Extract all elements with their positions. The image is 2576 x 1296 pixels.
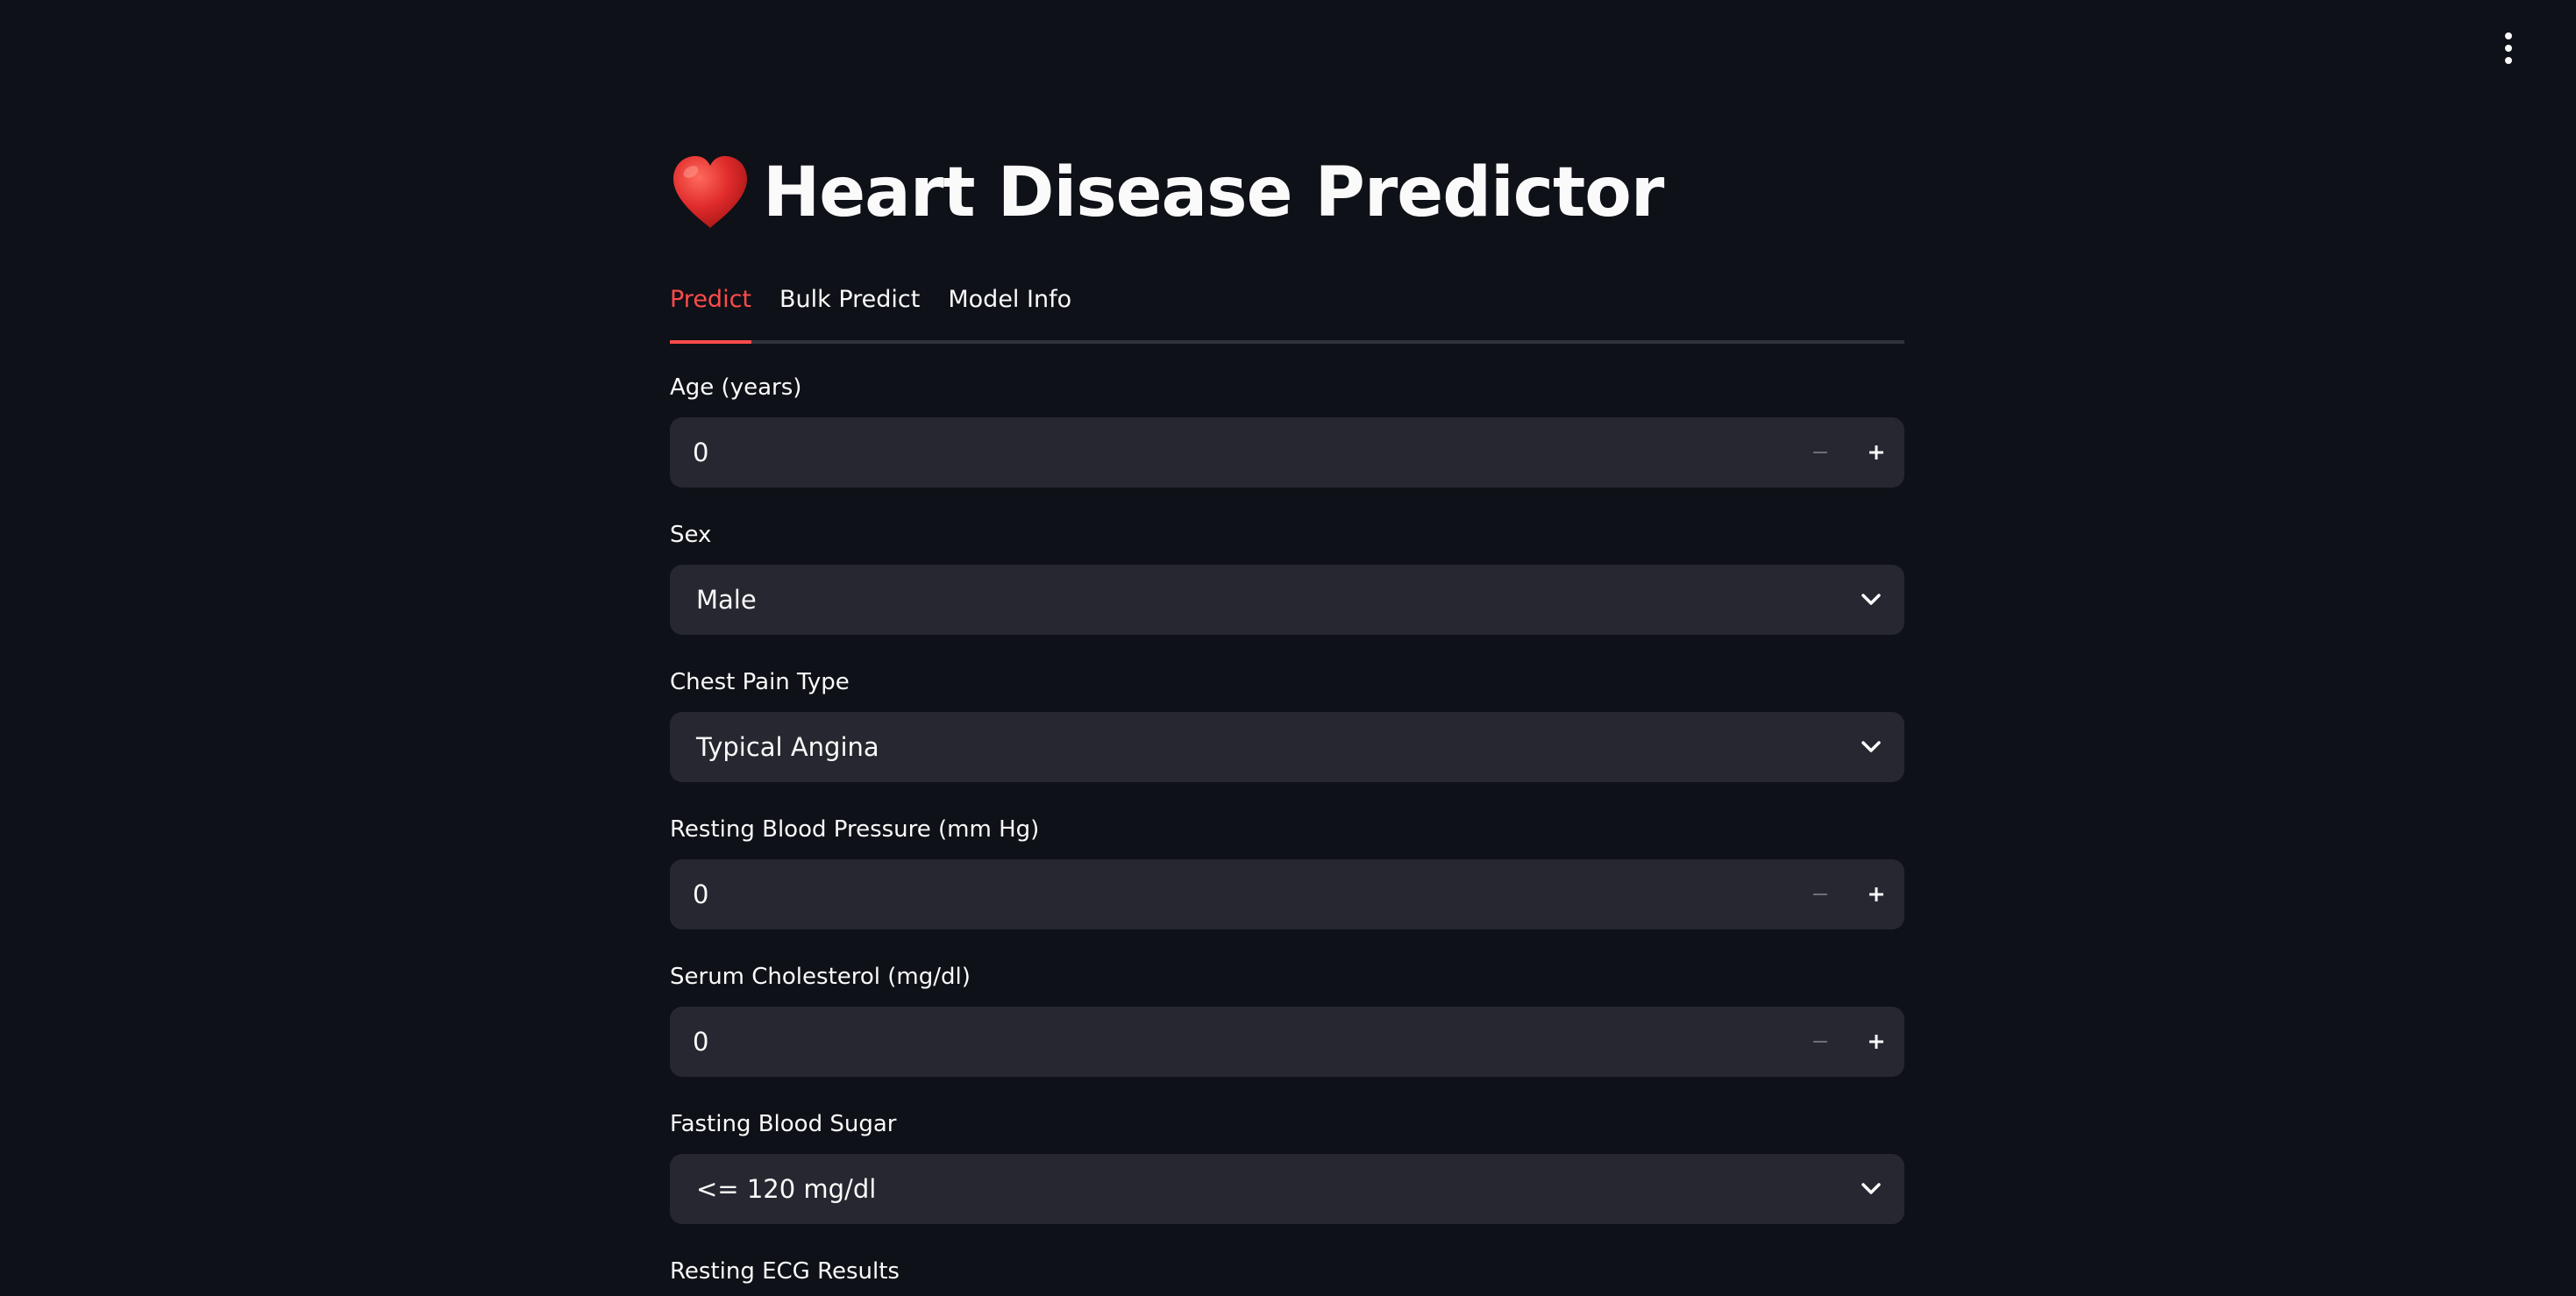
fasting-bs-selected-value: <= 120 mg/dl: [696, 1174, 877, 1204]
sex-selected-value: Male: [696, 585, 757, 615]
resting-ecg-label: Resting ECG Results: [670, 1258, 900, 1285]
cholesterol-field: Serum Cholesterol (mg/dl): [670, 961, 1904, 1077]
tab-bulk-predict[interactable]: Bulk Predict: [779, 274, 920, 340]
cholesterol-increment-button[interactable]: [1848, 1007, 1904, 1077]
sex-select[interactable]: Male: [670, 565, 1904, 635]
vertical-ellipsis-icon: [2505, 45, 2512, 52]
resting-bp-decrement-button[interactable]: [1792, 859, 1848, 929]
resting-bp-increment-button[interactable]: [1848, 859, 1904, 929]
minus-icon: [1813, 894, 1827, 895]
sex-label: Sex: [670, 522, 712, 548]
sex-field: Sex Male: [670, 519, 1904, 635]
plus-icon: [1869, 1035, 1883, 1049]
plus-icon: [1869, 887, 1883, 901]
resting-bp-label: Resting Blood Pressure (mm Hg): [670, 816, 1040, 843]
age-input[interactable]: [670, 437, 1792, 468]
cholesterol-input[interactable]: [670, 1026, 1792, 1057]
minus-icon: [1813, 452, 1827, 453]
app-page: Heart Disease Predictor Predict Bulk Pre…: [0, 0, 2576, 1296]
page-title: Heart Disease Predictor: [763, 153, 1664, 232]
vertical-ellipsis-icon: [2505, 32, 2512, 39]
tab-predict[interactable]: Predict: [670, 274, 751, 344]
chest-pain-select[interactable]: Typical Angina: [670, 712, 1904, 782]
chest-pain-label: Chest Pain Type: [670, 669, 850, 695]
age-field: Age (years): [670, 372, 1904, 488]
tab-model-info[interactable]: Model Info: [948, 274, 1071, 340]
chest-pain-selected-value: Typical Angina: [696, 732, 879, 762]
cholesterol-decrement-button[interactable]: [1792, 1007, 1848, 1077]
chest-pain-field: Chest Pain Type Typical Angina: [670, 666, 1904, 782]
fasting-bs-label: Fasting Blood Sugar: [670, 1111, 897, 1137]
chevron-down-icon: [1861, 741, 1881, 752]
main-menu-button[interactable]: [2487, 28, 2530, 68]
heart-icon: [673, 156, 747, 228]
resting-bp-number-input: [670, 859, 1904, 929]
age-increment-button[interactable]: [1848, 417, 1904, 488]
resting-ecg-field: Resting ECG Results: [670, 1256, 1904, 1296]
plus-icon: [1869, 445, 1883, 459]
chevron-down-icon: [1861, 594, 1881, 605]
resting-bp-input[interactable]: [670, 879, 1792, 910]
age-number-input: [670, 417, 1904, 488]
tab-bar: Predict Bulk Predict Model Info: [670, 274, 1904, 344]
fasting-bs-field: Fasting Blood Sugar <= 120 mg/dl: [670, 1108, 1904, 1224]
age-decrement-button[interactable]: [1792, 417, 1848, 488]
minus-icon: [1813, 1041, 1827, 1043]
cholesterol-label: Serum Cholesterol (mg/dl): [670, 964, 971, 990]
age-label: Age (years): [670, 374, 802, 401]
resting-bp-field: Resting Blood Pressure (mm Hg): [670, 814, 1904, 929]
chevron-down-icon: [1861, 1183, 1881, 1194]
fasting-bs-select[interactable]: <= 120 mg/dl: [670, 1154, 1904, 1224]
title-row: Heart Disease Predictor: [670, 149, 1664, 237]
cholesterol-number-input: [670, 1007, 1904, 1077]
vertical-ellipsis-icon: [2505, 57, 2512, 64]
